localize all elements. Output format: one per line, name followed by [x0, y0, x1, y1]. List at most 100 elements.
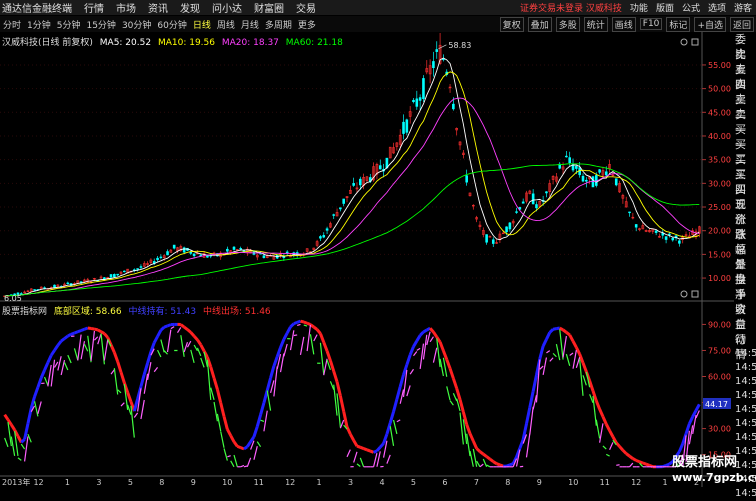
candle-body [283, 257, 285, 258]
tool-stats[interactable]: 统计 [584, 17, 608, 32]
osc-fast-segment [294, 335, 297, 336]
tool-draw[interactable]: 画线 [612, 17, 636, 32]
osc-tick-label: 60.00 [708, 373, 731, 382]
date-tick-label: 12 [285, 478, 295, 487]
tool-f10[interactable]: F10 [640, 18, 663, 30]
tool-multistock[interactable]: 多股 [556, 17, 580, 32]
bottom-zone-value: 底部区域: 58.66 [54, 307, 122, 317]
candle-body [432, 61, 434, 67]
period-5min[interactable]: 5分钟 [54, 18, 84, 31]
menu-ask[interactable]: 问小达 [212, 0, 242, 15]
osc-main-segment [423, 330, 426, 332]
date-tick-label: 9 [537, 478, 542, 487]
osc-main-segment [636, 460, 639, 461]
menu-hq[interactable]: 行情 [84, 0, 104, 15]
osc-main-segment [64, 336, 67, 338]
period-1min[interactable]: 1分钟 [24, 18, 54, 31]
date-tick-label: 4 [379, 478, 384, 487]
candle-body [615, 179, 617, 185]
osc-tick-label: 90.00 [708, 320, 731, 329]
menu-market[interactable]: 市场 [116, 0, 136, 15]
period-15min[interactable]: 15分钟 [83, 18, 118, 31]
candle-body [323, 235, 325, 237]
menu-formula[interactable]: 公式 [682, 1, 700, 14]
tool-fuquan[interactable]: 复权 [500, 17, 524, 32]
candle-body [157, 258, 159, 260]
tick-time: 14:56 [734, 431, 756, 445]
auto-label: 自动 [734, 317, 756, 332]
menu-trade[interactable]: 交易 [296, 0, 316, 15]
osc-main-segment [493, 462, 496, 464]
period-more[interactable]: 更多 [295, 18, 319, 31]
menu-guest[interactable]: 游客 [734, 1, 752, 14]
menu-news[interactable]: 资讯 [148, 0, 168, 15]
quote-label: 卖一 [734, 107, 756, 122]
candle-body [442, 59, 444, 60]
osc-main-segment [84, 328, 87, 329]
chart-area[interactable]: 10.0015.0020.0025.0030.0035.0040.0045.00… [0, 32, 734, 487]
price-tick-label: 10.00 [708, 274, 731, 283]
period-fenshi[interactable]: 分时 [0, 18, 24, 31]
candle-body [343, 199, 345, 204]
menu-wealth[interactable]: 财富圈 [254, 0, 284, 15]
quote-label: 卖二 [734, 92, 756, 107]
tick-time: 14:56 [734, 417, 756, 431]
tool-back[interactable]: 返回 [730, 17, 754, 32]
quote-label: 卖四 [734, 62, 756, 77]
tool-mark[interactable]: 标记 [666, 17, 690, 32]
tick-time: 14:56 [734, 487, 756, 501]
candle-body [672, 238, 674, 240]
price-tick-label: 15.00 [708, 250, 731, 259]
date-tick-label: 5 [411, 478, 416, 487]
quote-label: 涨跌 [734, 212, 756, 227]
date-tick-label: 11 [600, 478, 610, 487]
period-monthly[interactable]: 月线 [238, 18, 262, 31]
tool-add-watchlist[interactable]: +自选 [694, 17, 726, 32]
period-30min[interactable]: 30分钟 [119, 18, 154, 31]
menu-discover[interactable]: 发现 [180, 0, 200, 15]
quote-label: 买三 [734, 152, 756, 167]
candle-body [668, 234, 670, 235]
osc-main-segment [98, 330, 101, 332]
candle-body [379, 166, 381, 169]
candle-body [422, 78, 424, 98]
osc-main-segment [566, 332, 569, 335]
osc-main-segment [68, 334, 71, 336]
period-weekly[interactable]: 周线 [214, 18, 238, 31]
osc-main-segment [168, 325, 171, 326]
price-tick-label: 45.00 [708, 108, 731, 117]
candle-body [516, 212, 518, 213]
price-tick-label: 25.00 [708, 203, 731, 212]
candle-body [403, 122, 405, 133]
date-tick-label: 6 [442, 478, 447, 487]
osc-main-segment [556, 328, 559, 329]
period-multi[interactable]: 多周期 [262, 18, 295, 31]
candle-body [160, 257, 162, 258]
tool-overlay[interactable]: 叠加 [528, 17, 552, 32]
login-notice[interactable]: 证券交易未登录 汉威科技 [520, 1, 622, 14]
candle-body [123, 271, 125, 272]
date-tick-label: 7 [474, 478, 479, 487]
candle-body [678, 241, 680, 244]
period-60min[interactable]: 60分钟 [154, 18, 189, 31]
price-tick-label: 55.00 [708, 61, 731, 70]
candle-body [183, 248, 185, 252]
menu-function[interactable]: 功能 [630, 1, 648, 14]
period-daily[interactable]: 日线 [190, 18, 214, 31]
osc-main-segment [314, 327, 317, 329]
osc-main-segment [497, 464, 500, 465]
osc-main-segment [94, 329, 97, 330]
candle-body [545, 192, 547, 193]
menu-options[interactable]: 选项 [708, 1, 726, 14]
menu-layout[interactable]: 版面 [656, 1, 674, 14]
candle-body [240, 248, 242, 249]
quote-label-lower: 行情 [734, 332, 756, 347]
mid-hold-value: 中线持有: 51.43 [128, 307, 196, 317]
osc-main-segment [646, 464, 649, 465]
osc-main-segment [633, 459, 636, 461]
candle-body [67, 283, 69, 284]
date-tick-label: 1 [65, 478, 70, 487]
candle-body [629, 212, 631, 213]
price-tick-label: 35.00 [708, 156, 731, 165]
ma60-value: MA60: 21.18 [286, 38, 343, 48]
